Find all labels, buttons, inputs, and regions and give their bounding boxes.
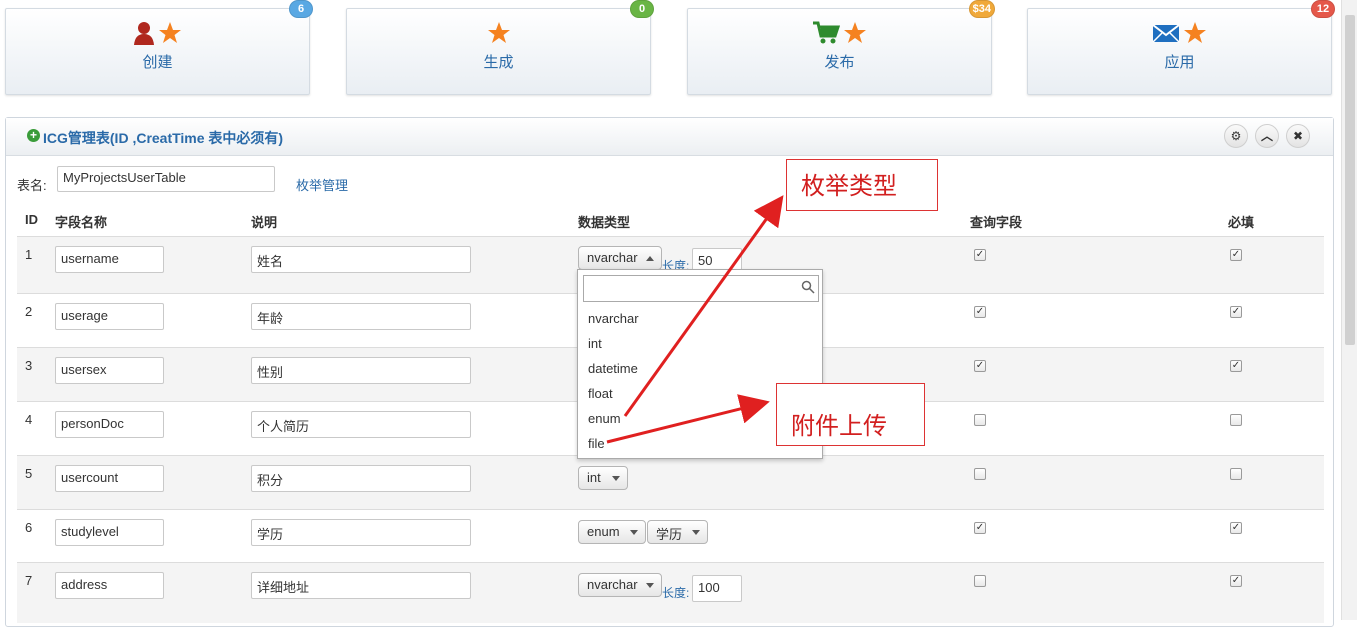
- page-scrollbar[interactable]: [1341, 0, 1357, 620]
- annotation-file-upload: 附件上传: [776, 383, 925, 446]
- arrow-to-enum-type: [623, 195, 784, 417]
- annotation-enum-type: 枚举类型: [786, 159, 938, 211]
- annotation-arrows: [606, 195, 784, 444]
- scrollbar-thumb[interactable]: [1345, 15, 1355, 345]
